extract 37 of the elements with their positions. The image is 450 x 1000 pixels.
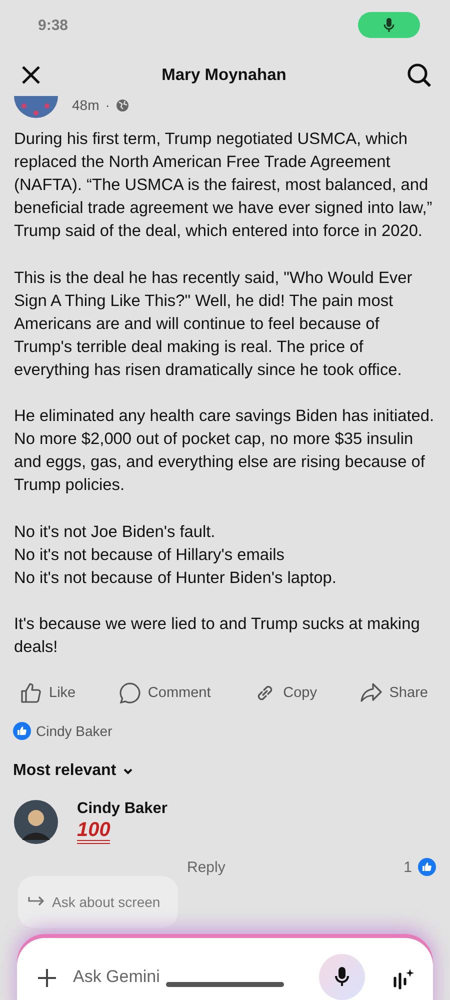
post-text: It's because we were lied to and Trump sucks at making deals! [14, 614, 421, 658]
like-reaction-icon [13, 722, 31, 740]
status-time: 9:38 [38, 16, 68, 34]
ask-about-screen-chip[interactable]: Ask about screen [18, 876, 178, 928]
likers-name[interactable]: Cindy Baker [36, 723, 112, 740]
close-icon[interactable] [20, 64, 42, 86]
microphone-icon [382, 17, 396, 33]
action-button[interactable]: Share [360, 678, 428, 708]
post-text: During his first term, Trump negotiated USMCA, which replaced the North American Free Trade Agreement (NAFTA). “The USMCA is the fairest, most balanced, and beneficial trade agreement we have ever signed into law,” Trump said of the deal, which entered into force in 2020. [14, 129, 434, 242]
mic-button[interactable] [319, 954, 365, 1000]
comment-author[interactable]: Cindy Baker [77, 800, 168, 818]
share-icon [360, 682, 382, 704]
speech-bubble-icon [118, 682, 141, 704]
ask-gemini-field[interactable]: Ask Gemini [71, 966, 305, 988]
action-button[interactable]: Copy [254, 678, 317, 708]
like-reaction-icon [418, 858, 436, 876]
separator-dot: · [105, 97, 110, 113]
chevron-down-icon [123, 768, 134, 775]
microphone-icon [334, 966, 350, 988]
post-text: No it's not because of Hillary's emails [14, 544, 286, 566]
plus-icon[interactable] [37, 968, 57, 988]
post-text: No it's not Joe Biden's fault. [14, 522, 216, 543]
action-button[interactable]: Comment [118, 678, 211, 708]
search-icon[interactable] [406, 62, 432, 88]
page-title: Mary Moynahan [162, 66, 286, 84]
avatar[interactable] [14, 800, 58, 844]
post-text: He eliminated any health care savings Biden has initiated. No more $2,000 out of pocket cap, no more $35 insulin and eggs, gas, and everything else are rising because of Trump policies. [14, 406, 436, 496]
thumbs-up-icon [20, 682, 42, 704]
comment-text: 100 [77, 820, 110, 844]
post-time: 48m [72, 97, 100, 113]
post-text: No it's not because of Hunter Biden's laptop. [14, 568, 338, 589]
post-text: This is the deal he has recently said, "Who Would Ever Sign A Thing Like This?" Well, he did! The pain most Americans are and will continue to feel because of Trump's terrible deal making is real. The price of everything has risen dramatically since he took office. [14, 268, 414, 381]
sort-dropdown[interactable]: Most relevant [13, 762, 134, 780]
reaction-count: 1 [404, 858, 412, 876]
action-button[interactable]: Like [20, 678, 76, 708]
sparkle-waveform-icon[interactable] [391, 968, 415, 992]
reply-button[interactable]: Reply [187, 858, 226, 876]
